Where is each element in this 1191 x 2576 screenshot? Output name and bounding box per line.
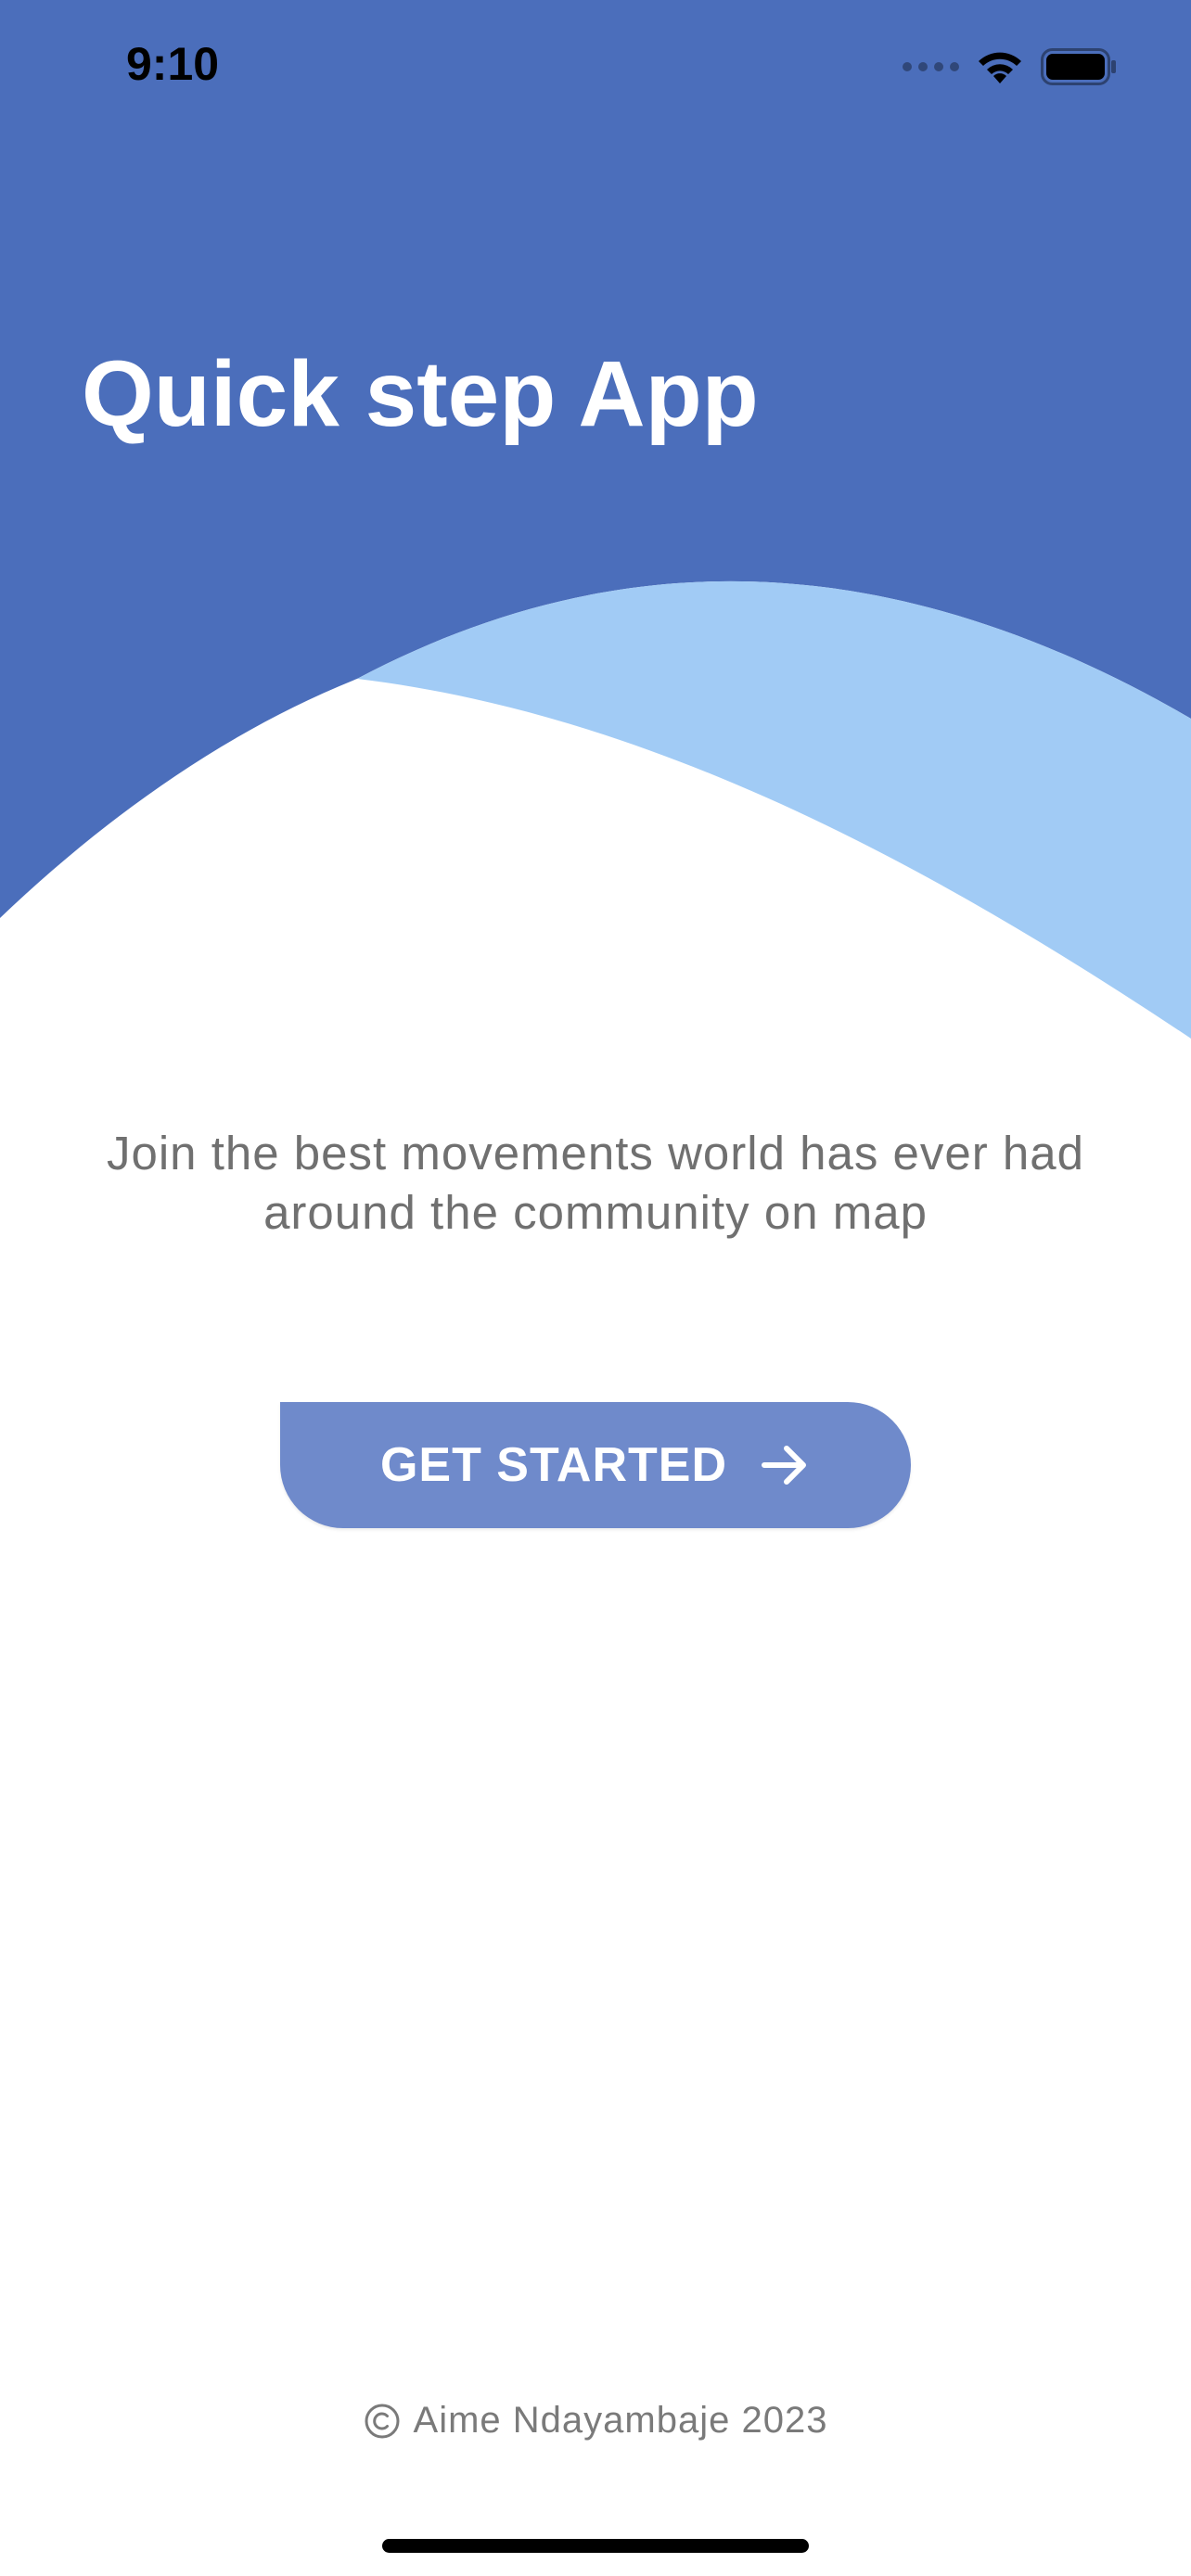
arrow-right-icon (762, 1446, 807, 1485)
status-bar: 9:10 (0, 0, 1191, 139)
tagline-text: Join the best movements world has ever h… (106, 1127, 1085, 1239)
status-icons (902, 46, 1117, 87)
copyright-icon (365, 2404, 400, 2438)
get-started-label: GET STARTED (379, 1438, 728, 1492)
home-indicator[interactable] (382, 2539, 809, 2553)
battery-icon (1041, 48, 1116, 85)
footer-text: Aime Ndayambaje 2023 (413, 2400, 828, 2441)
status-time: 9:10 (126, 38, 220, 90)
welcome-screen: 9:10 Quick step App Join the best moveme… (0, 0, 1191, 2576)
app-title: Quick step App (82, 342, 759, 446)
get-started-button[interactable]: GET STARTED (280, 1402, 911, 1528)
footer-copyright: Aime Ndayambaje 2023 (0, 2400, 1191, 2442)
hero-wave-background (0, 0, 1191, 1039)
wifi-icon (979, 52, 1021, 83)
signal-dots-icon (903, 62, 959, 71)
